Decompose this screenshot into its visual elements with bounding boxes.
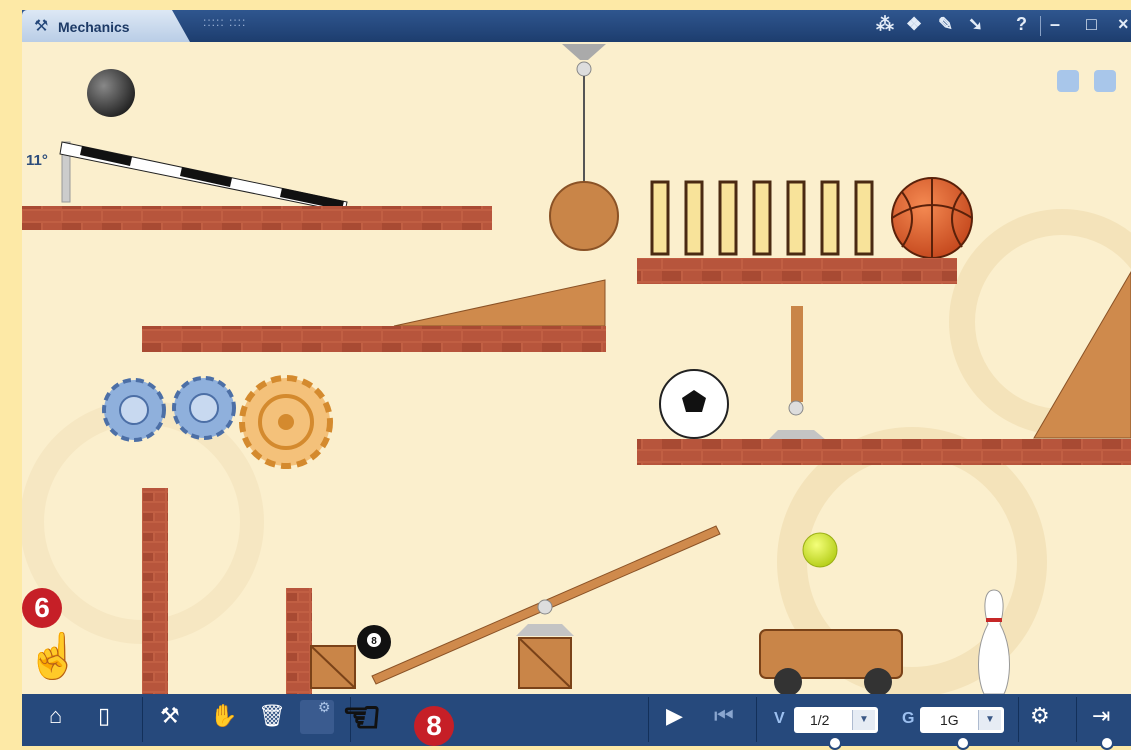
- angle-readout: 11°: [26, 152, 48, 169]
- eight-ball-number: 8: [371, 636, 377, 647]
- brick-pillar-1[interactable]: [142, 488, 168, 694]
- hammer-icon: ⚒: [34, 18, 49, 35]
- titlebar-separator: [1040, 16, 1041, 36]
- close-icon[interactable]: ×: [1118, 14, 1129, 35]
- wooden-ramp[interactable]: [393, 279, 606, 327]
- exit-icon[interactable]: ⇥: [1092, 703, 1110, 729]
- gear-icon: ⚙: [318, 699, 331, 715]
- minimize-icon[interactable]: –: [1050, 14, 1060, 35]
- callout-6: 6: [22, 588, 62, 628]
- gear-icon[interactable]: ⚙: [1030, 703, 1050, 729]
- brick-shelf-2[interactable]: [637, 258, 957, 284]
- play-icon[interactable]: ▶: [666, 703, 683, 729]
- pendulum-mount: [562, 44, 606, 60]
- simulation-canvas[interactable]: 8: [22, 42, 1131, 694]
- gravity-value: 1G: [940, 712, 959, 728]
- velocity-label: V: [774, 710, 785, 727]
- callout-8: 8: [414, 706, 454, 746]
- bowling-pin-stripe: [986, 618, 1002, 622]
- toolbar-separator: [756, 697, 757, 742]
- seesaw-pivot: [537, 599, 553, 615]
- post-pivot: [788, 400, 804, 416]
- brick-shelf-4[interactable]: [637, 439, 1131, 465]
- home-icon[interactable]: ⌂: [49, 703, 62, 729]
- maximize-icon[interactable]: □: [1086, 14, 1097, 35]
- trash-icon[interactable]: 🗑: [258, 703, 286, 729]
- toolbar-separator: [142, 697, 143, 742]
- chevron-down-icon[interactable]: ▼: [852, 710, 875, 730]
- panel-list-icon[interactable]: [1057, 70, 1079, 92]
- chevron-down-icon[interactable]: ▼: [978, 710, 1001, 730]
- seesaw-base: [516, 624, 574, 636]
- brick-shelf-1[interactable]: [22, 206, 492, 230]
- callout-dot: [1100, 736, 1114, 750]
- toolbar-separator: [648, 697, 649, 742]
- callout-dot: [956, 736, 970, 750]
- iron-ball[interactable]: [87, 69, 135, 117]
- tennis-ball[interactable]: [802, 532, 838, 568]
- new-page-icon[interactable]: ▯: [98, 703, 110, 729]
- tab-label: Mechanics: [58, 19, 130, 35]
- grip-handle[interactable]: ::::: ::::: [203, 15, 246, 29]
- wooden-ball[interactable]: [549, 181, 619, 251]
- pointing-hand-icon: ☝: [25, 631, 82, 682]
- tools-icon[interactable]: ⚒: [160, 703, 180, 729]
- gravity-label: G: [902, 710, 915, 727]
- right-wooden-ramp[interactable]: [1033, 271, 1131, 439]
- rewind-icon[interactable]: ⏮: [714, 703, 734, 729]
- title-bar: [22, 10, 1131, 42]
- brick-shelf-3[interactable]: [142, 326, 606, 352]
- scene-svg: 8: [22, 44, 1131, 694]
- grid-icon[interactable]: [1094, 70, 1116, 92]
- pointer-icon[interactable]: ➘: [968, 14, 983, 35]
- brick-pillar-2[interactable]: [286, 588, 312, 694]
- pendulum-pivot: [576, 61, 592, 77]
- objects-icon[interactable]: ❖: [906, 14, 922, 35]
- toolbar-separator: [1018, 697, 1019, 742]
- velocity-value: 1/2: [810, 712, 830, 728]
- post-base: [768, 430, 826, 440]
- gear-blue-2[interactable]: [172, 376, 236, 440]
- toolbar-separator: [1076, 697, 1077, 742]
- help-icon[interactable]: ?: [1016, 14, 1027, 35]
- pen-icon[interactable]: ✎: [938, 14, 953, 35]
- bowling-pin[interactable]: [978, 589, 1010, 694]
- wooden-post[interactable]: [791, 306, 803, 402]
- pointing-hand-icon: ☜: [341, 692, 382, 743]
- share-icon[interactable]: ⁂: [876, 14, 894, 35]
- gear-orange[interactable]: [239, 375, 333, 469]
- hand-icon[interactable]: ✋: [210, 703, 237, 729]
- gear-blue-1[interactable]: [102, 378, 166, 442]
- callout-dot: [828, 736, 842, 750]
- dominoes[interactable]: [650, 180, 874, 256]
